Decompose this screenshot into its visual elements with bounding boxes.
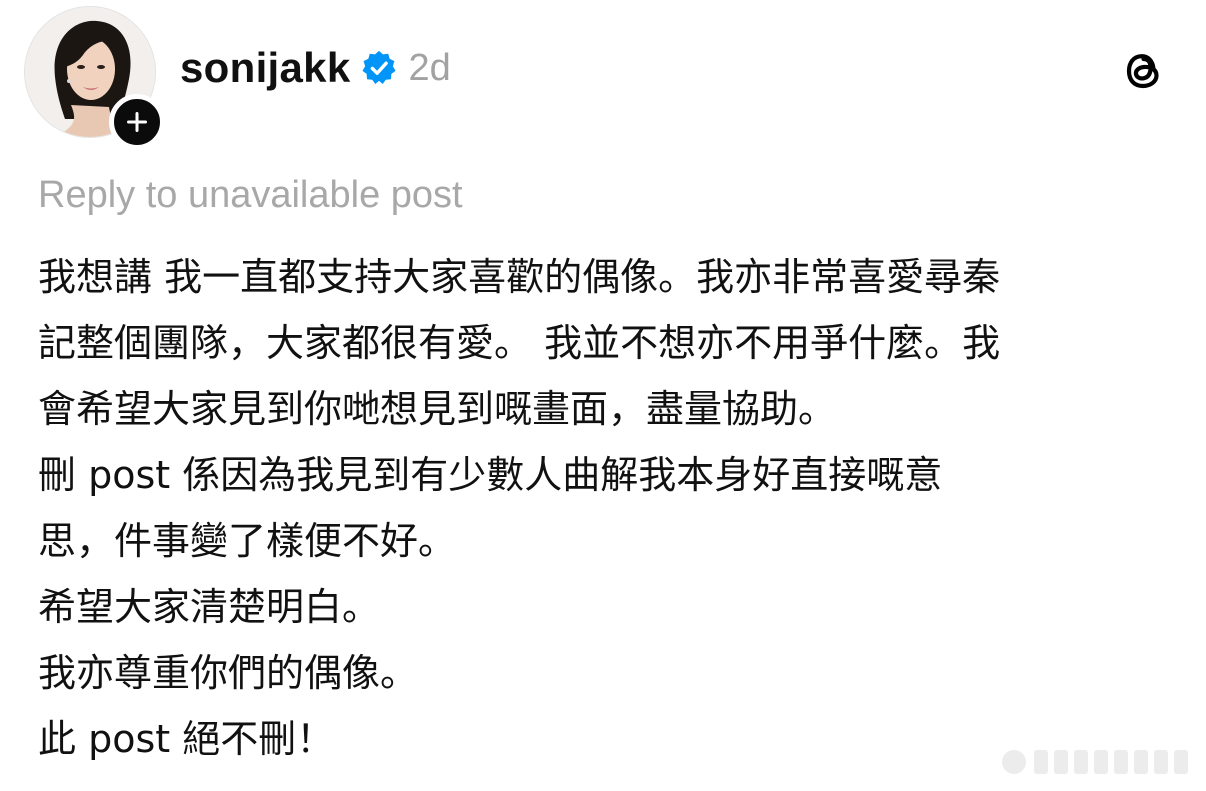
- post-timestamp[interactable]: 2d: [408, 47, 450, 90]
- post-text-line: 刪 post 係因為我見到有少數人曲解我本身好直接嘅意: [38, 453, 943, 497]
- threads-logo-icon[interactable]: [1118, 46, 1168, 96]
- author-row: sonijakk 2d: [180, 42, 451, 94]
- post-text-line: 思，件事變了樣便不好。: [38, 519, 457, 563]
- verified-badge-icon: [362, 50, 397, 84]
- follow-button[interactable]: [109, 94, 165, 150]
- post-text-line: 會希望大家見到你哋想見到嘅畫面，盡量協助。: [38, 387, 837, 431]
- plus-icon: [127, 112, 147, 132]
- post-text-line: 希望大家清楚明白。: [38, 585, 381, 629]
- avatar-container[interactable]: [24, 6, 165, 150]
- post-text-line: 我亦尊重你們的偶像。: [38, 651, 419, 695]
- post-header: sonijakk 2d: [0, 0, 1206, 160]
- watermark-mark: [1002, 750, 1188, 774]
- post-text-line: 我想講 我一直都支持大家喜歡的偶像。我亦非常喜愛尋秦: [38, 255, 1001, 299]
- post-body: 我想講 我一直都支持大家喜歡的偶像。我亦非常喜愛尋秦 記整個團隊，大家都很有愛。…: [38, 244, 1178, 772]
- username[interactable]: sonijakk: [180, 44, 350, 92]
- reply-context-label[interactable]: Reply to unavailable post: [38, 174, 463, 217]
- post-text-line: 記整個團隊，大家都很有愛。 我並不想亦不用爭什麼。我: [38, 321, 1001, 365]
